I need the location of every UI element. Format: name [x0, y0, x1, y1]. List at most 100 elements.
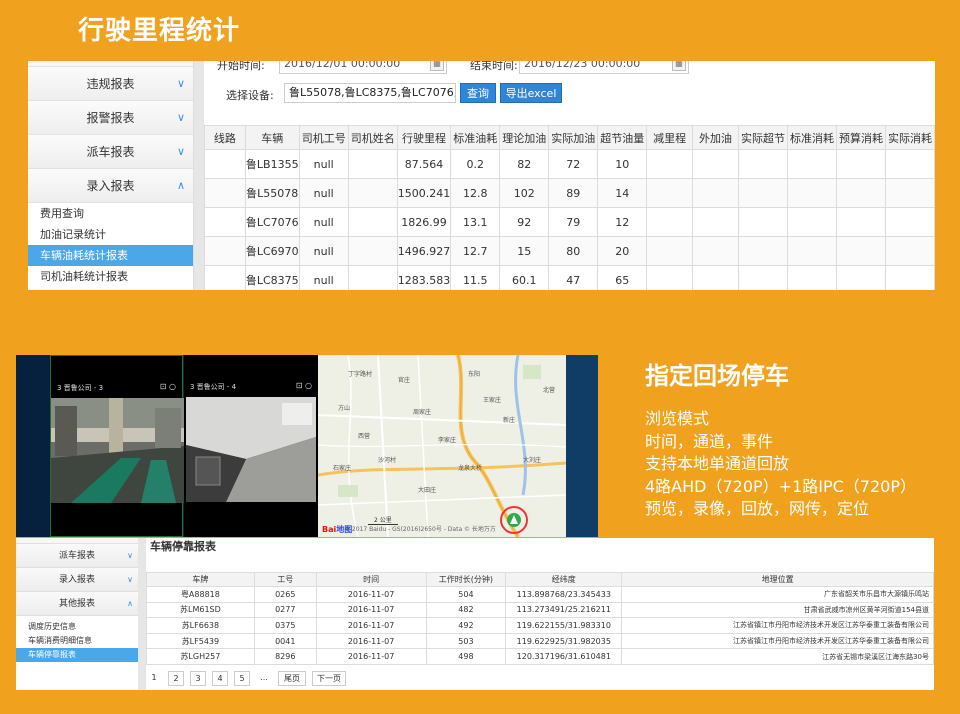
sidebar: 派车报表 ∨ 录入报表 ∨ 其他报表 ∧ 调度历史信息 车辆消费明细信息 车辆停靠报表 [16, 538, 138, 690]
calendar-icon[interactable]: ▦ [430, 61, 444, 71]
column-header[interactable]: 地理位置 [621, 572, 934, 587]
table-cell: 503 [425, 632, 507, 650]
column-header[interactable]: 理论加油 [499, 125, 550, 150]
table-row[interactable]: 苏LF5439 0041 2016-11-07 503 119.622925/31.98… [146, 632, 934, 650]
video-channel-4[interactable]: 3 晋鲁公司 - 4 ⊡ ○ [184, 355, 318, 537]
sidebar-menu[interactable]: 违规报表 ∨ [28, 67, 193, 101]
column-header[interactable]: 外加油 [692, 125, 739, 150]
page-button[interactable]: 2 [168, 671, 184, 686]
column-header[interactable]: 实际加油 [548, 125, 599, 150]
column-header[interactable]: 车牌 [146, 572, 255, 587]
page-button[interactable]: 1 [146, 671, 162, 686]
sidebar-menu-label: 派车报表 [58, 551, 95, 561]
page-button[interactable]: 3 [190, 671, 206, 686]
report-main: 开始时间: 2016/12/01 00:00:00 ▦ 结束时间: 2016/1… [204, 61, 935, 290]
sidebar-subitem[interactable]: 调度历史信息 [16, 620, 138, 634]
column-header[interactable]: 标准油耗 [450, 125, 501, 150]
channel-controls-icon[interactable]: ⊡ ○ [160, 382, 176, 391]
sidebar-menu[interactable]: 录入报表 ∨ [16, 568, 138, 592]
column-header[interactable]: 线路 [204, 125, 246, 150]
table-cell: 江苏省无锡市梁溪区江海东路30号 [621, 648, 934, 665]
sidebar-menu[interactable]: 其他报表 ∧ [16, 592, 138, 616]
table-row[interactable]: 鲁LC7076 null 1826.99 13.1 92 79 12 [204, 207, 935, 237]
map-copyright: © 2017 Baidu - GS(2016)2650号 - Data © 长地… [344, 526, 496, 533]
column-header[interactable]: 减里程 [646, 125, 694, 150]
map-roads [318, 355, 566, 537]
calendar-icon[interactable]: ▦ [672, 61, 686, 71]
column-header[interactable]: 实际超节 [737, 125, 788, 150]
column-header[interactable]: 预算消耗 [835, 125, 886, 150]
table-cell: 47 [548, 265, 599, 290]
table-cell: 1826.99 [396, 207, 452, 237]
feature-line: 4路AHD（720P）+1路IPC（720P） [645, 476, 916, 496]
table-cell [347, 265, 398, 290]
map-place-label: 东阳 [468, 371, 481, 378]
column-header[interactable]: 车辆 [244, 125, 300, 150]
sidebar-subitem[interactable]: 加油记录统计 [28, 224, 193, 245]
mileage-table: 线路 车辆 司机工号 司机姓名 行驶里程 标准油耗 理论加油 实际加油 超节油量 减里程 外加油 实际… [204, 125, 935, 290]
last-page-button[interactable]: 尾页 [278, 671, 306, 686]
report-title: 车辆停靠报表 [150, 540, 216, 553]
channel-controls-icon[interactable]: ⊡ ○ [296, 381, 312, 390]
sidebar-menu-label: 报警报表 [86, 111, 135, 125]
sidebar-subitem[interactable]: 费用查询 [28, 203, 193, 224]
table-row[interactable]: 苏LM61SD 0277 2016-11-07 482 113.273491/25.21… [146, 601, 934, 619]
column-header[interactable]: 时间 [315, 572, 427, 587]
mileage-report-screenshot: 违规报表 ∨ 报警报表 ∨ 派车报表 ∨ 录入报表 ∧ 费用查询 加油记录统计 车辆油耗统计报表司… [28, 61, 935, 290]
table-row[interactable]: 粤A88818 0265 2016-11-07 504 113.898768/23.34… [146, 586, 934, 603]
table-row[interactable]: 鲁LC8375 null 1283.583 11.5 60.1 47 65 [204, 265, 935, 290]
table-row[interactable]: 鲁L55078 null 1500.241 12.8 102 89 14 [204, 178, 935, 208]
column-header[interactable]: 超节油量 [597, 125, 648, 150]
feature-line: 时间，通道，事件 [645, 431, 774, 451]
table-cell: 492 [425, 617, 507, 634]
device-label: 选择设备: [226, 89, 274, 102]
map-view[interactable]: 丁字路村 官庄 东阳 方山 周家庄 王家庄 大刘庄 西营 李家庄 沙河村 石家庄 龙泉大桥 大田庄 新庄 北… [318, 355, 566, 537]
sidebar-menu[interactable]: 录入报表 ∧ [28, 169, 193, 203]
column-header[interactable]: 司机姓名 [347, 125, 398, 150]
column-header[interactable]: 经纬度 [505, 572, 623, 587]
table-cell: 鲁LC7076 [244, 207, 300, 237]
table-row[interactable]: 鲁LB1355 null 87.564 0.2 82 72 10 [204, 149, 935, 179]
sidebar-subitem[interactable]: 司机油耗统计报表 [28, 266, 193, 287]
table-row[interactable]: 鲁LC6970 null 1496.927 12.7 15 80 20 [204, 236, 935, 266]
start-time-input[interactable]: 2016/12/01 00:00:00 ▦ [279, 61, 447, 74]
table-cell: 1500.241 [396, 178, 452, 208]
sidebar: 违规报表 ∨ 报警报表 ∨ 派车报表 ∨ 录入报表 ∧ 费用查询 加油记录统计 车辆油耗统计报表司… [28, 61, 194, 290]
device-select[interactable]: 鲁L55078,鲁LC8375,鲁LC7076,鲁LC [284, 83, 456, 103]
table-cell: null [298, 265, 349, 290]
column-header[interactable]: 司机工号 [298, 125, 349, 150]
column-header[interactable]: 工号 [253, 572, 317, 587]
sidebar-subitem[interactable]: 车辆油耗统计报表 [28, 245, 193, 266]
column-header[interactable]: 工作时长(分钟) [425, 572, 507, 587]
table-cell: 0265 [253, 586, 317, 603]
sidebar-menu[interactable]: 派车报表 ∨ [28, 135, 193, 169]
page-button[interactable]: 5 [234, 671, 250, 686]
sidebar-menu[interactable]: 派车报表 ∨ [16, 544, 138, 568]
sidebar-subitem[interactable]: 车辆消费明细信息 [16, 634, 138, 648]
table-cell [737, 178, 788, 208]
export-excel-button[interactable]: 导出excel [500, 83, 562, 103]
map-place-label: 官庄 [398, 377, 411, 384]
next-page-button[interactable]: 下一页 [312, 671, 346, 686]
table-cell: 65 [597, 265, 648, 290]
sidebar-subitem[interactable]: 车辆停靠报表 [16, 648, 138, 662]
left-panel-strip [16, 355, 50, 537]
table-cell: 60.1 [499, 265, 550, 290]
end-time-input[interactable]: 2016/12/23 00:00:00 ▦ [519, 61, 689, 74]
table-cell [835, 207, 886, 237]
table-cell [737, 265, 788, 290]
query-button[interactable]: 查询 [460, 83, 496, 103]
table-row[interactable]: 苏LGH257 8296 2016-11-07 498 120.317196/31.61… [146, 648, 934, 665]
channel-label: 3 晋鲁公司 - 3 [57, 384, 104, 392]
table-row[interactable]: 苏LF6638 0375 2016-11-07 492 119.622155/31.98… [146, 617, 934, 634]
column-header[interactable]: 实际消耗 [884, 125, 935, 150]
table-cell: 江苏省镇江市丹阳市经济技术开发区江苏华泰重工装备有限公司 [621, 632, 934, 650]
table-cell [737, 207, 788, 237]
table-cell: 482 [425, 601, 507, 619]
feature-line: 预览，录像，回放，网传，定位 [645, 499, 870, 518]
column-header[interactable]: 行驶里程 [396, 125, 452, 150]
video-channel-3[interactable]: 3 晋鲁公司 - 3 ⊡ ○ [50, 355, 184, 537]
sidebar-menu[interactable]: 报警报表 ∨ [28, 101, 193, 135]
column-header[interactable]: 标准消耗 [786, 125, 837, 150]
page-button[interactable]: 4 [212, 671, 228, 686]
